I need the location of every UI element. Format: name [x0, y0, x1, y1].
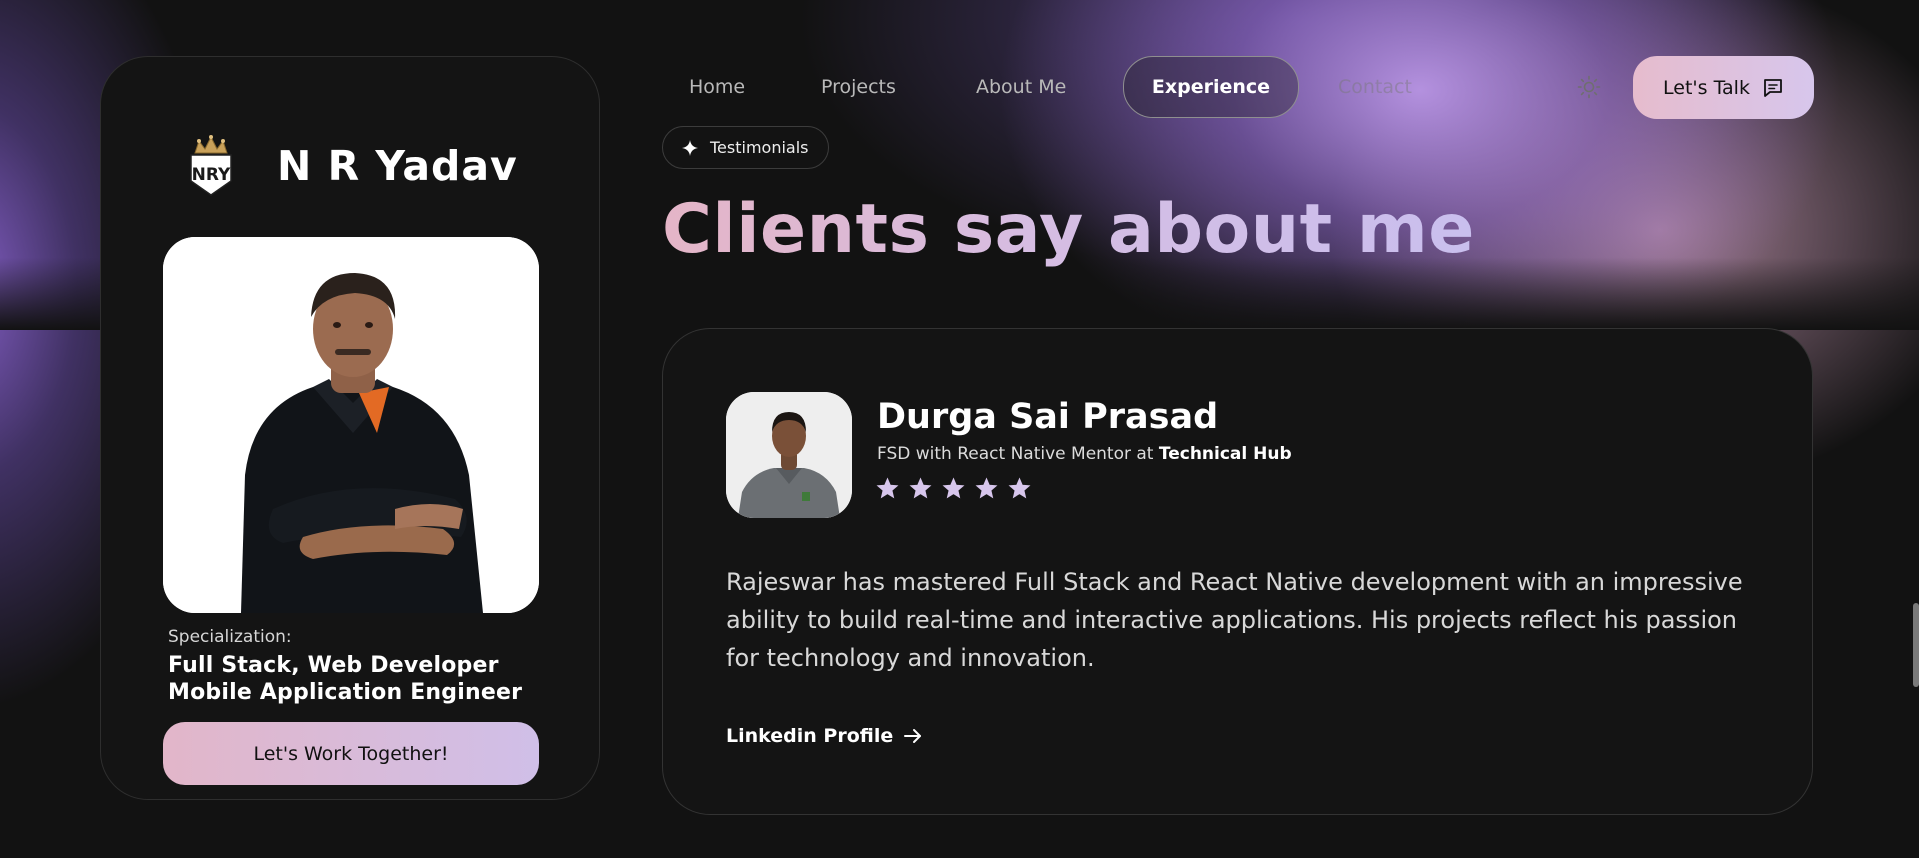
profile-photo	[163, 237, 539, 613]
linkedin-profile-label: Linkedin Profile	[726, 725, 894, 747]
nav-experience[interactable]: Experience	[1123, 56, 1299, 118]
chat-icon	[1764, 78, 1782, 97]
lets-talk-label: Let's Talk	[1663, 76, 1750, 99]
star-icon	[876, 477, 899, 499]
page-scrollbar-thumb[interactable]	[1913, 603, 1919, 687]
client-photo	[726, 392, 852, 518]
testimonials-badge: Testimonials	[662, 126, 829, 169]
arrow-right-icon	[904, 729, 922, 743]
profile-photo-illustration	[163, 237, 539, 613]
specialization-line-1: Full Stack, Web Developer	[168, 653, 499, 678]
star-icon	[1008, 477, 1031, 499]
testimonial-quote: Rajeswar has mastered Full Stack and Rea…	[726, 568, 1743, 672]
svg-text:NRY: NRY	[192, 165, 231, 185]
nav-about-me[interactable]: About Me	[976, 56, 1066, 118]
nry-crown-logo-icon: NRY	[190, 135, 232, 196]
star-icon	[909, 477, 932, 499]
client-company: Technical Hub	[1158, 444, 1292, 464]
brand-name: N R Yadav	[277, 142, 518, 190]
nav-projects[interactable]: Projects	[821, 56, 896, 118]
client-role: FSD with React Native Mentor at Technica…	[877, 444, 1292, 464]
client-role-title: FSD with React Native Mentor at	[877, 444, 1154, 464]
theme-toggle-button[interactable]	[1574, 72, 1604, 102]
lets-work-together-button[interactable]: Let's Work Together!	[163, 722, 539, 785]
linkedin-profile-link[interactable]: Linkedin Profile	[726, 725, 923, 747]
specialization-label: Specialization:	[168, 627, 292, 647]
client-avatar	[726, 392, 852, 518]
nav-home[interactable]: Home	[689, 56, 745, 118]
star-icon	[975, 477, 998, 499]
client-name: Durga Sai Prasad	[877, 397, 1219, 437]
testimonial-card: Durga Sai Prasad FSD with React Native M…	[662, 328, 1813, 815]
brand: NRY N R Yadav	[185, 135, 518, 197]
rating-stars	[876, 477, 1031, 500]
sparkle-icon	[682, 139, 698, 156]
specialization-line-2: Mobile Application Engineer	[168, 680, 523, 705]
lets-talk-button[interactable]: Let's Talk	[1633, 56, 1814, 119]
profile-card: NRY N R Yadav Specialization: Full Stack	[100, 56, 600, 800]
section-title: Clients say about me	[662, 190, 1475, 269]
testimonials-badge-label: Testimonials	[710, 138, 809, 157]
sun-icon	[1577, 75, 1601, 99]
nav-contact[interactable]: Contact	[1338, 56, 1412, 118]
star-icon	[942, 477, 965, 499]
